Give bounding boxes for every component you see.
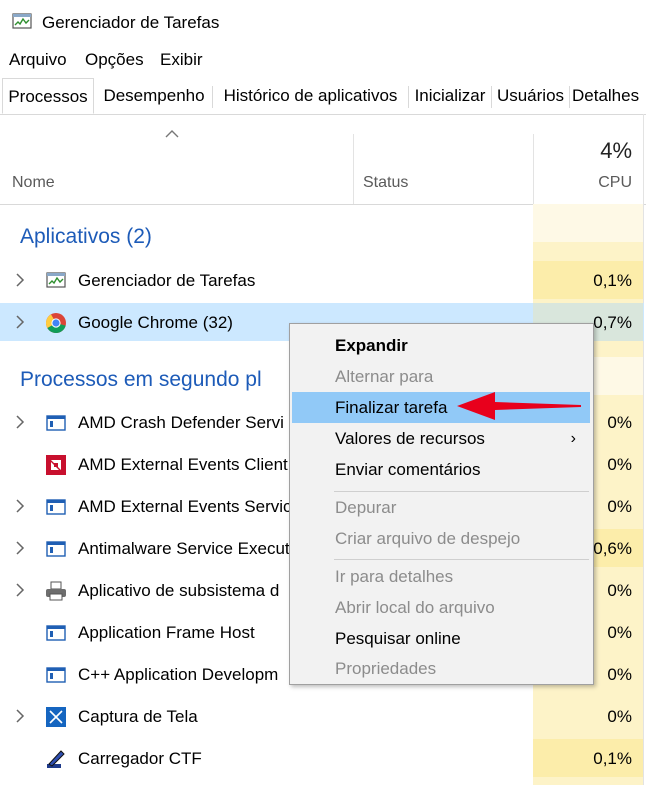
chevron-right-icon[interactable] [15, 541, 25, 555]
ctx-ir-para-detalhes: Ir para detalhes [335, 567, 454, 586]
printer-icon [46, 581, 66, 601]
process-name: AMD External Events Client [78, 455, 288, 474]
process-name: AMD External Events Servic [78, 497, 292, 516]
process-name: Gerenciador de Tarefas [78, 271, 256, 290]
process-name: AMD Crash Defender Servi [78, 413, 284, 432]
column-cpu[interactable]: CPU [598, 174, 632, 192]
ctx-valores-de-recursos[interactable]: Valores de recursos › [292, 423, 590, 454]
annotation-arrow-icon [457, 392, 581, 420]
sort-up-chevron-icon [165, 130, 179, 138]
table-row[interactable]: Captura de Tela 0% [0, 697, 644, 735]
process-name: Captura de Tela [78, 707, 198, 726]
ctx-criar-arquivo-despejo: Criar arquivo de despejo [335, 529, 521, 548]
task-manager-icon [12, 13, 32, 29]
process-cpu: 0% [607, 413, 632, 432]
menu-exibir[interactable]: Exibir [160, 50, 203, 70]
service-window-icon [46, 415, 66, 431]
process-cpu: 0% [607, 707, 632, 726]
ctx-pesquisar-online[interactable]: Pesquisar online [292, 623, 590, 654]
process-name: Antimalware Service Execut [78, 539, 290, 558]
process-cpu: 0,1% [593, 271, 632, 290]
process-cpu: 0% [607, 665, 632, 684]
column-header: Nome Status 4% CPU [0, 114, 646, 205]
chrome-icon [46, 313, 66, 334]
title-bar: Gerenciador de Tarefas [0, 0, 646, 44]
ctx-item-label: Valores de recursos [335, 429, 485, 448]
window-title: Gerenciador de Tarefas [42, 13, 220, 32]
task-manager-icon [46, 272, 66, 288]
amd-logo-icon [46, 455, 66, 475]
table-row[interactable]: Carregador CTF 0,1% [0, 739, 644, 777]
column-divider[interactable] [533, 134, 534, 204]
menu-opcoes[interactable]: Opções [85, 50, 144, 70]
chevron-right-icon[interactable] [15, 709, 25, 723]
context-menu: Expandir Alternar para Finalizar tarefa … [289, 323, 594, 685]
tab-historico[interactable]: Histórico de aplicativos [213, 78, 408, 114]
ctx-propriedades: Propriedades [335, 659, 437, 678]
column-status[interactable]: Status [363, 174, 408, 192]
tab-inicializar[interactable]: Inicializar [409, 78, 491, 114]
table-row[interactable]: Gerenciador de Tarefas 0,1% [0, 261, 644, 299]
chevron-right-icon[interactable] [15, 315, 25, 329]
process-cpu: 0,6% [593, 539, 632, 558]
cpu-cell-bg [533, 204, 643, 242]
tab-detalhes[interactable]: Detalhes [572, 78, 646, 114]
ctf-pen-icon [47, 750, 65, 768]
process-name: Aplicativo de subsistema d [78, 581, 280, 600]
service-window-icon [46, 625, 66, 641]
process-cpu: 0% [607, 581, 632, 600]
ctx-expandir[interactable]: Expandir [292, 330, 590, 361]
menu-separator [334, 559, 589, 560]
service-window-icon [46, 667, 66, 683]
process-name: Google Chrome (32) [78, 313, 233, 332]
group-processos-segundo-plano: Processos em segundo pl [20, 368, 262, 391]
tab-divider [569, 86, 570, 108]
process-cpu: 0% [607, 623, 632, 642]
tab-processos[interactable]: Processos [2, 78, 94, 114]
service-window-icon [46, 499, 66, 515]
menu-arquivo[interactable]: Arquivo [9, 50, 67, 70]
process-cpu: 0,1% [593, 749, 632, 768]
chevron-right-icon[interactable] [15, 415, 25, 429]
service-window-icon [46, 541, 66, 557]
menu-bar: Arquivo Opções Exibir [0, 46, 646, 74]
column-divider[interactable] [353, 134, 354, 204]
process-cpu: 0% [607, 455, 632, 474]
process-cpu: 0,7% [593, 313, 632, 332]
cpu-total-percent: 4% [600, 138, 632, 163]
submenu-arrow-icon: › [570, 430, 576, 447]
column-nome[interactable]: Nome [12, 174, 55, 192]
snipping-tool-icon [46, 707, 66, 727]
chevron-right-icon[interactable] [15, 499, 25, 513]
process-name: C++ Application Developm [78, 665, 279, 684]
chevron-right-icon[interactable] [15, 273, 25, 287]
tab-desempenho[interactable]: Desempenho [96, 78, 212, 114]
tab-usuarios[interactable]: Usuários [492, 78, 569, 114]
ctx-abrir-local-arquivo: Abrir local do arquivo [335, 598, 495, 617]
chevron-right-icon[interactable] [15, 583, 25, 597]
process-name: Application Frame Host [78, 623, 255, 642]
process-name: Carregador CTF [78, 749, 202, 768]
process-cpu: 0% [607, 497, 632, 516]
ctx-depurar: Depurar [335, 498, 397, 517]
ctx-enviar-comentarios[interactable]: Enviar comentários [292, 454, 590, 485]
group-aplicativos: Aplicativos (2) [20, 225, 152, 248]
tab-bar: Processos Desempenho Histórico de aplica… [0, 78, 646, 115]
